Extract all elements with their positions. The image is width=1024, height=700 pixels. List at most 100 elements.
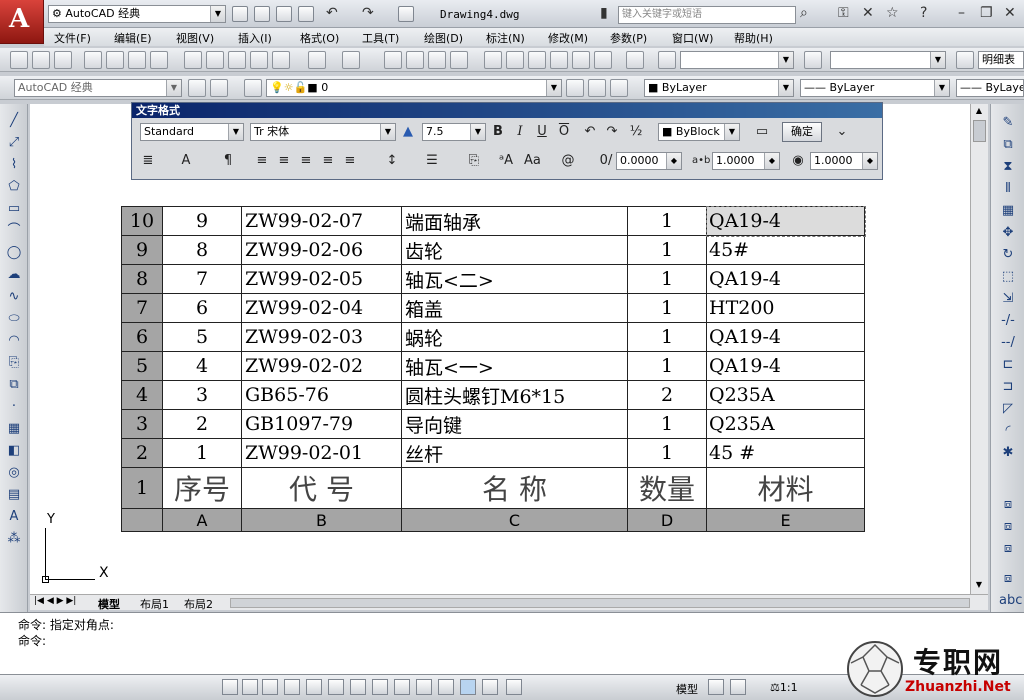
quick-view-layouts-icon[interactable]	[708, 679, 724, 695]
text-color-select[interactable]: ■ ByBlock ▼	[658, 123, 740, 141]
table-cell[interactable]: QA19-4	[706, 322, 865, 352]
point-icon[interactable]: ·	[5, 398, 23, 416]
lowercase-icon[interactable]: Aa	[524, 153, 541, 169]
snap-icon[interactable]	[242, 679, 258, 695]
grid-icon[interactable]	[262, 679, 278, 695]
table-cell[interactable]: HT200	[706, 293, 865, 323]
linetype-combo[interactable]: —— ByLayer ▼	[800, 79, 950, 97]
application-menu-button[interactable]: A	[0, 0, 44, 44]
cut-icon[interactable]	[184, 51, 202, 69]
abc-icon[interactable]: abc	[999, 592, 1022, 610]
add-selected-icon[interactable]: ⁂	[5, 530, 23, 548]
selected-table-cell[interactable]: QA19-4	[705, 205, 866, 237]
line-spacing-icon[interactable]: ↕	[384, 153, 400, 169]
window-close-icon[interactable]: ✕	[1004, 5, 1016, 21]
region-icon[interactable]: ◎	[5, 464, 23, 482]
dim-style-combo[interactable]: ▼	[830, 51, 946, 69]
column-header-c[interactable]: C	[401, 508, 628, 532]
numbering-icon[interactable]: ☰	[424, 153, 440, 169]
table-cell[interactable]: 7	[162, 264, 242, 294]
zoom-realtime-icon[interactable]	[406, 51, 424, 69]
table-cell[interactable]: 丝杆	[401, 438, 628, 468]
symbol-icon[interactable]: @	[560, 153, 576, 169]
match-properties-icon[interactable]	[250, 51, 268, 69]
properties-icon[interactable]	[484, 51, 502, 69]
minimize-doc-icon[interactable]: ▮	[600, 5, 608, 21]
dim-style-icon[interactable]	[804, 51, 822, 69]
table-cell[interactable]: Q235A	[706, 409, 865, 439]
text-above-icon[interactable]: ⧈	[999, 570, 1017, 588]
justify-icon[interactable]: ≡	[320, 153, 336, 169]
table-cell[interactable]: 1	[627, 351, 707, 381]
color-combo[interactable]: ■ ByLayer ▼	[644, 79, 794, 97]
table-cell[interactable]: 45 #	[706, 438, 865, 468]
text-height-select[interactable]: 7.5 ▼	[422, 123, 486, 141]
menu-edit[interactable]: 编辑(E)	[114, 30, 152, 46]
table-cell[interactable]: 1	[627, 264, 707, 294]
break-icon[interactable]: ⊏	[999, 356, 1017, 374]
arc-icon[interactable]: ⌒	[5, 222, 23, 240]
chamfer-icon[interactable]: ◸	[999, 400, 1017, 418]
table-cell[interactable]: 1	[627, 293, 707, 323]
open-file-icon[interactable]	[32, 51, 50, 69]
communication-icon[interactable]: ✕	[862, 5, 874, 21]
layer-combo[interactable]: 💡☼🔓■ 0 ▼	[266, 79, 562, 97]
table-cell[interactable]: ZW99-02-06	[241, 235, 402, 265]
layer-previous-icon[interactable]	[588, 79, 606, 97]
menu-window[interactable]: 窗口(W)	[672, 30, 713, 46]
print-icon[interactable]	[84, 51, 102, 69]
mtext-justify-icon[interactable]: A	[178, 153, 194, 169]
qnew-icon[interactable]	[10, 51, 28, 69]
table-cell[interactable]: 5	[162, 322, 242, 352]
redo-text-icon[interactable]: ↷	[604, 124, 620, 140]
redo-toolbar-icon[interactable]	[342, 51, 360, 69]
polar-icon[interactable]	[306, 679, 322, 695]
table-cell[interactable]: 1	[627, 235, 707, 265]
header-cell-code[interactable]: 代 号	[241, 467, 402, 509]
menu-parameter[interactable]: 参数(P)	[610, 30, 647, 46]
table-cell[interactable]: 8	[162, 235, 242, 265]
tab-model[interactable]: 模型	[98, 596, 120, 612]
dyn-icon[interactable]	[416, 679, 432, 695]
table-cell[interactable]: 端面轴承	[401, 206, 628, 236]
parts-list-table[interactable]: 10 9 ZW99-02-07 端面轴承 1 QA19-4 9 8 ZW99-0…	[121, 205, 866, 532]
column-header-e[interactable]: E	[706, 508, 865, 532]
menu-modify[interactable]: 修改(M)	[548, 30, 588, 46]
table-cell[interactable]: 45#	[706, 235, 865, 265]
table-cell[interactable]: 箱盖	[401, 293, 628, 323]
table-cell[interactable]: 1	[627, 206, 707, 236]
rotate-icon[interactable]: ↻	[999, 246, 1017, 264]
header-cell-qty[interactable]: 数量	[627, 467, 707, 509]
bold-button[interactable]: B	[490, 124, 506, 140]
print-preview-icon[interactable]	[106, 51, 124, 69]
menu-draw[interactable]: 绘图(D)	[424, 30, 463, 46]
menu-help[interactable]: 帮助(H)	[734, 30, 773, 46]
circle-icon[interactable]: ◯	[5, 244, 23, 262]
insert-block-icon[interactable]: ⎘	[5, 354, 23, 372]
annotation-scale[interactable]: ⚖1:1	[770, 681, 798, 694]
overline-button[interactable]: O	[556, 124, 572, 140]
width-factor-input[interactable]: 1.0000 ◆	[810, 152, 878, 170]
copy-object-icon[interactable]: ⧉	[999, 136, 1017, 154]
array-icon[interactable]: ▦	[999, 202, 1017, 220]
hatch-icon[interactable]: ▦	[5, 420, 23, 438]
table-icon[interactable]: ▤	[5, 486, 23, 504]
3d-dwf-icon[interactable]	[150, 51, 168, 69]
table-style-combo[interactable]: 明细表	[978, 51, 1024, 69]
sheet-set-icon[interactable]	[550, 51, 568, 69]
align-center-icon[interactable]: ≡	[276, 153, 292, 169]
workspace-switch-combo[interactable]: ⚙ AutoCAD 经典 ▼	[48, 5, 226, 23]
block-editor-icon[interactable]	[272, 51, 290, 69]
revision-cloud-icon[interactable]: ☁	[5, 266, 23, 284]
pan-icon[interactable]	[384, 51, 402, 69]
extend-icon[interactable]: --/	[999, 334, 1017, 352]
menu-tools[interactable]: 工具(T)	[362, 30, 399, 46]
scroll-down-icon[interactable]: ▼	[973, 580, 985, 592]
undo-text-icon[interactable]: ↶	[582, 124, 598, 140]
table-cell[interactable]: GB1097-79	[241, 409, 402, 439]
table-cell[interactable]: 6	[162, 293, 242, 323]
ellipse-icon[interactable]: ⬭	[5, 310, 23, 328]
insert-field-icon[interactable]: ⎘	[466, 153, 482, 169]
header-cell-seq[interactable]: 序号	[162, 467, 242, 509]
line-icon[interactable]: ╱	[5, 112, 23, 130]
